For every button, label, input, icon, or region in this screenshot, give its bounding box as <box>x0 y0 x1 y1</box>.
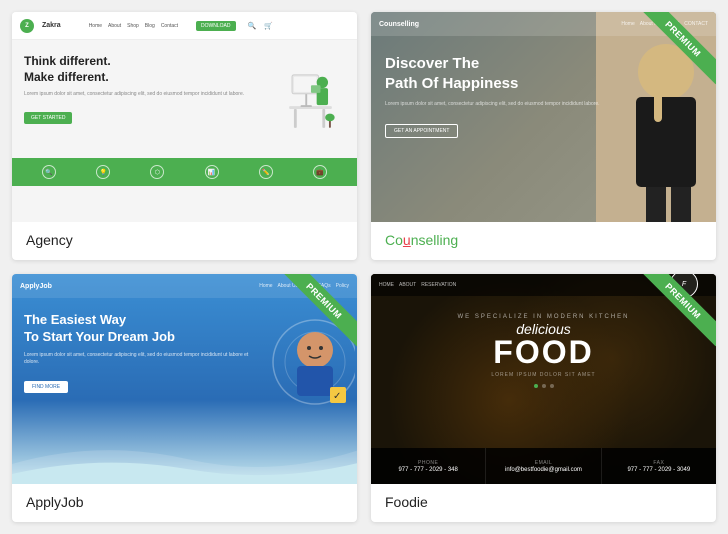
agency-logo-icon: Z <box>20 19 34 33</box>
counselling-nav-logo: Counselling <box>379 21 419 28</box>
person-illustration <box>283 54 338 144</box>
search-icon: 🔍 <box>248 22 257 30</box>
agency-para: Lorem ipsum dolor sit amet, consectetur … <box>24 91 267 98</box>
agency-logo-text: Zakra <box>42 22 61 29</box>
food-phone-value: 977 - 777 - 2029 - 348 <box>398 467 457 473</box>
counselling-cta-btn: GET AN APPOINTMENT <box>385 124 458 138</box>
food-dots <box>383 384 704 388</box>
premium-badge-container: PREMIUM <box>636 12 716 92</box>
premium-badge: PREMIUM <box>638 12 716 84</box>
svg-text:✓: ✓ <box>333 391 341 402</box>
counselling-preview: Counselling Home About Me JUNE CONTACT D… <box>371 12 716 222</box>
food-card[interactable]: HOME ABOUT RESERVATION F WE SPECIALIZE I… <box>371 274 716 522</box>
agency-nav-links: Home About Shop Blog Contact <box>89 23 178 29</box>
nav-link-home: Home <box>89 23 102 29</box>
food-preview: HOME ABOUT RESERVATION F WE SPECIALIZE I… <box>371 274 716 484</box>
nav-reservation: RESERVATION <box>421 282 456 288</box>
agency-cta-btn: GET STARTED <box>24 112 72 124</box>
nav-link-about: About <box>108 23 121 29</box>
footer-icon-5: ✏️ <box>259 165 273 179</box>
footer-icon-6: 💼 <box>313 165 327 179</box>
counselling-label-end: nselling <box>411 232 458 248</box>
applyjob-logo: ApplyJob <box>20 283 52 290</box>
food-premium-badge: PREMIUM <box>638 274 716 346</box>
cart-icon: 🛒 <box>264 22 273 30</box>
food-para: LOREM IPSUM DOLOR SIT AMET <box>383 372 704 378</box>
agency-footer: 🔍 💡 ⬡ 📊 ✏️ 💼 <box>12 158 357 186</box>
agency-label: Agency <box>12 222 357 260</box>
applyjob-card[interactable]: ApplyJob Home About Us Blog FAQs Policy … <box>12 274 357 522</box>
cards-grid: Z Zakra Home About Shop Blog Contact DOW… <box>12 12 716 522</box>
counselling-para: Lorem ipsum dolor sit amet, consectetur … <box>385 101 702 109</box>
food-nav-links: HOME ABOUT RESERVATION <box>379 282 456 288</box>
applyjob-label: ApplyJob <box>12 484 357 522</box>
nav-about: ABOUT <box>399 282 416 288</box>
agency-nav-download-btn: DOWNLOAD <box>196 21 235 31</box>
agency-text-block: Think different. Make different. Lorem i… <box>24 54 267 144</box>
agency-body: Think different. Make different. Lorem i… <box>12 40 357 158</box>
food-footer-phone: PHONE 977 - 777 - 2029 - 348 <box>371 448 486 484</box>
counselling-label: Counselling <box>371 222 716 260</box>
agency-nav: Z Zakra Home About Shop Blog Contact DOW… <box>12 12 357 40</box>
agency-heading: Think different. Make different. <box>24 54 267 85</box>
food-footer-bar: PHONE 977 - 777 - 2029 - 348 EMAIL info@… <box>371 448 716 484</box>
footer-icon-2: 💡 <box>96 165 110 179</box>
counselling-card[interactable]: Counselling Home About Me JUNE CONTACT D… <box>371 12 716 260</box>
food-premium-badge-container: PREMIUM <box>636 274 716 354</box>
nav-home: Home <box>259 283 272 289</box>
applyjob-premium-badge: PREMIUM <box>279 274 357 346</box>
food-phone-label: PHONE <box>418 460 438 466</box>
applyjob-para: Lorem ipsum dolor sit amet, consectetur … <box>24 352 255 367</box>
nav-link-shop: Shop <box>127 23 139 29</box>
applyjob-text: The Easiest Way To Start Your Dream Job … <box>24 312 255 427</box>
footer-icon-1: 🔍 <box>42 165 56 179</box>
applyjob-heading: The Easiest Way To Start Your Dream Job <box>24 312 255 346</box>
footer-icon-3: ⬡ <box>150 165 164 179</box>
wave-shape <box>12 434 357 484</box>
applyjob-cta-btn: FIND MORE <box>24 381 68 393</box>
agency-preview: Z Zakra Home About Shop Blog Contact DOW… <box>12 12 357 222</box>
agency-card[interactable]: Z Zakra Home About Shop Blog Contact DOW… <box>12 12 357 260</box>
food-email-value: info@bestfoodie@gmail.com <box>505 467 582 473</box>
nav-home: Home <box>621 21 634 27</box>
food-footer-fax: FAX 977 - 777 - 2029 - 3049 <box>602 448 716 484</box>
footer-icon-4: 📊 <box>205 165 219 179</box>
food-fax-value: 977 - 777 - 2029 - 3049 <box>627 467 690 473</box>
counselling-label-start: Co <box>385 232 403 248</box>
food-footer-email: EMAIL info@bestfoodie@gmail.com <box>486 448 601 484</box>
counselling-label-highlight: u <box>403 232 411 248</box>
food-fax-label: FAX <box>653 460 664 466</box>
agency-illustration <box>275 54 345 144</box>
applyjob-preview: ApplyJob Home About Us Blog FAQs Policy … <box>12 274 357 484</box>
food-label: Foodie <box>371 484 716 522</box>
applyjob-premium-badge-container: PREMIUM <box>277 274 357 354</box>
nav-home: HOME <box>379 282 394 288</box>
nav-link-blog: Blog <box>145 23 155 29</box>
nav-link-contact: Contact <box>161 23 178 29</box>
food-email-label: EMAIL <box>535 460 553 466</box>
